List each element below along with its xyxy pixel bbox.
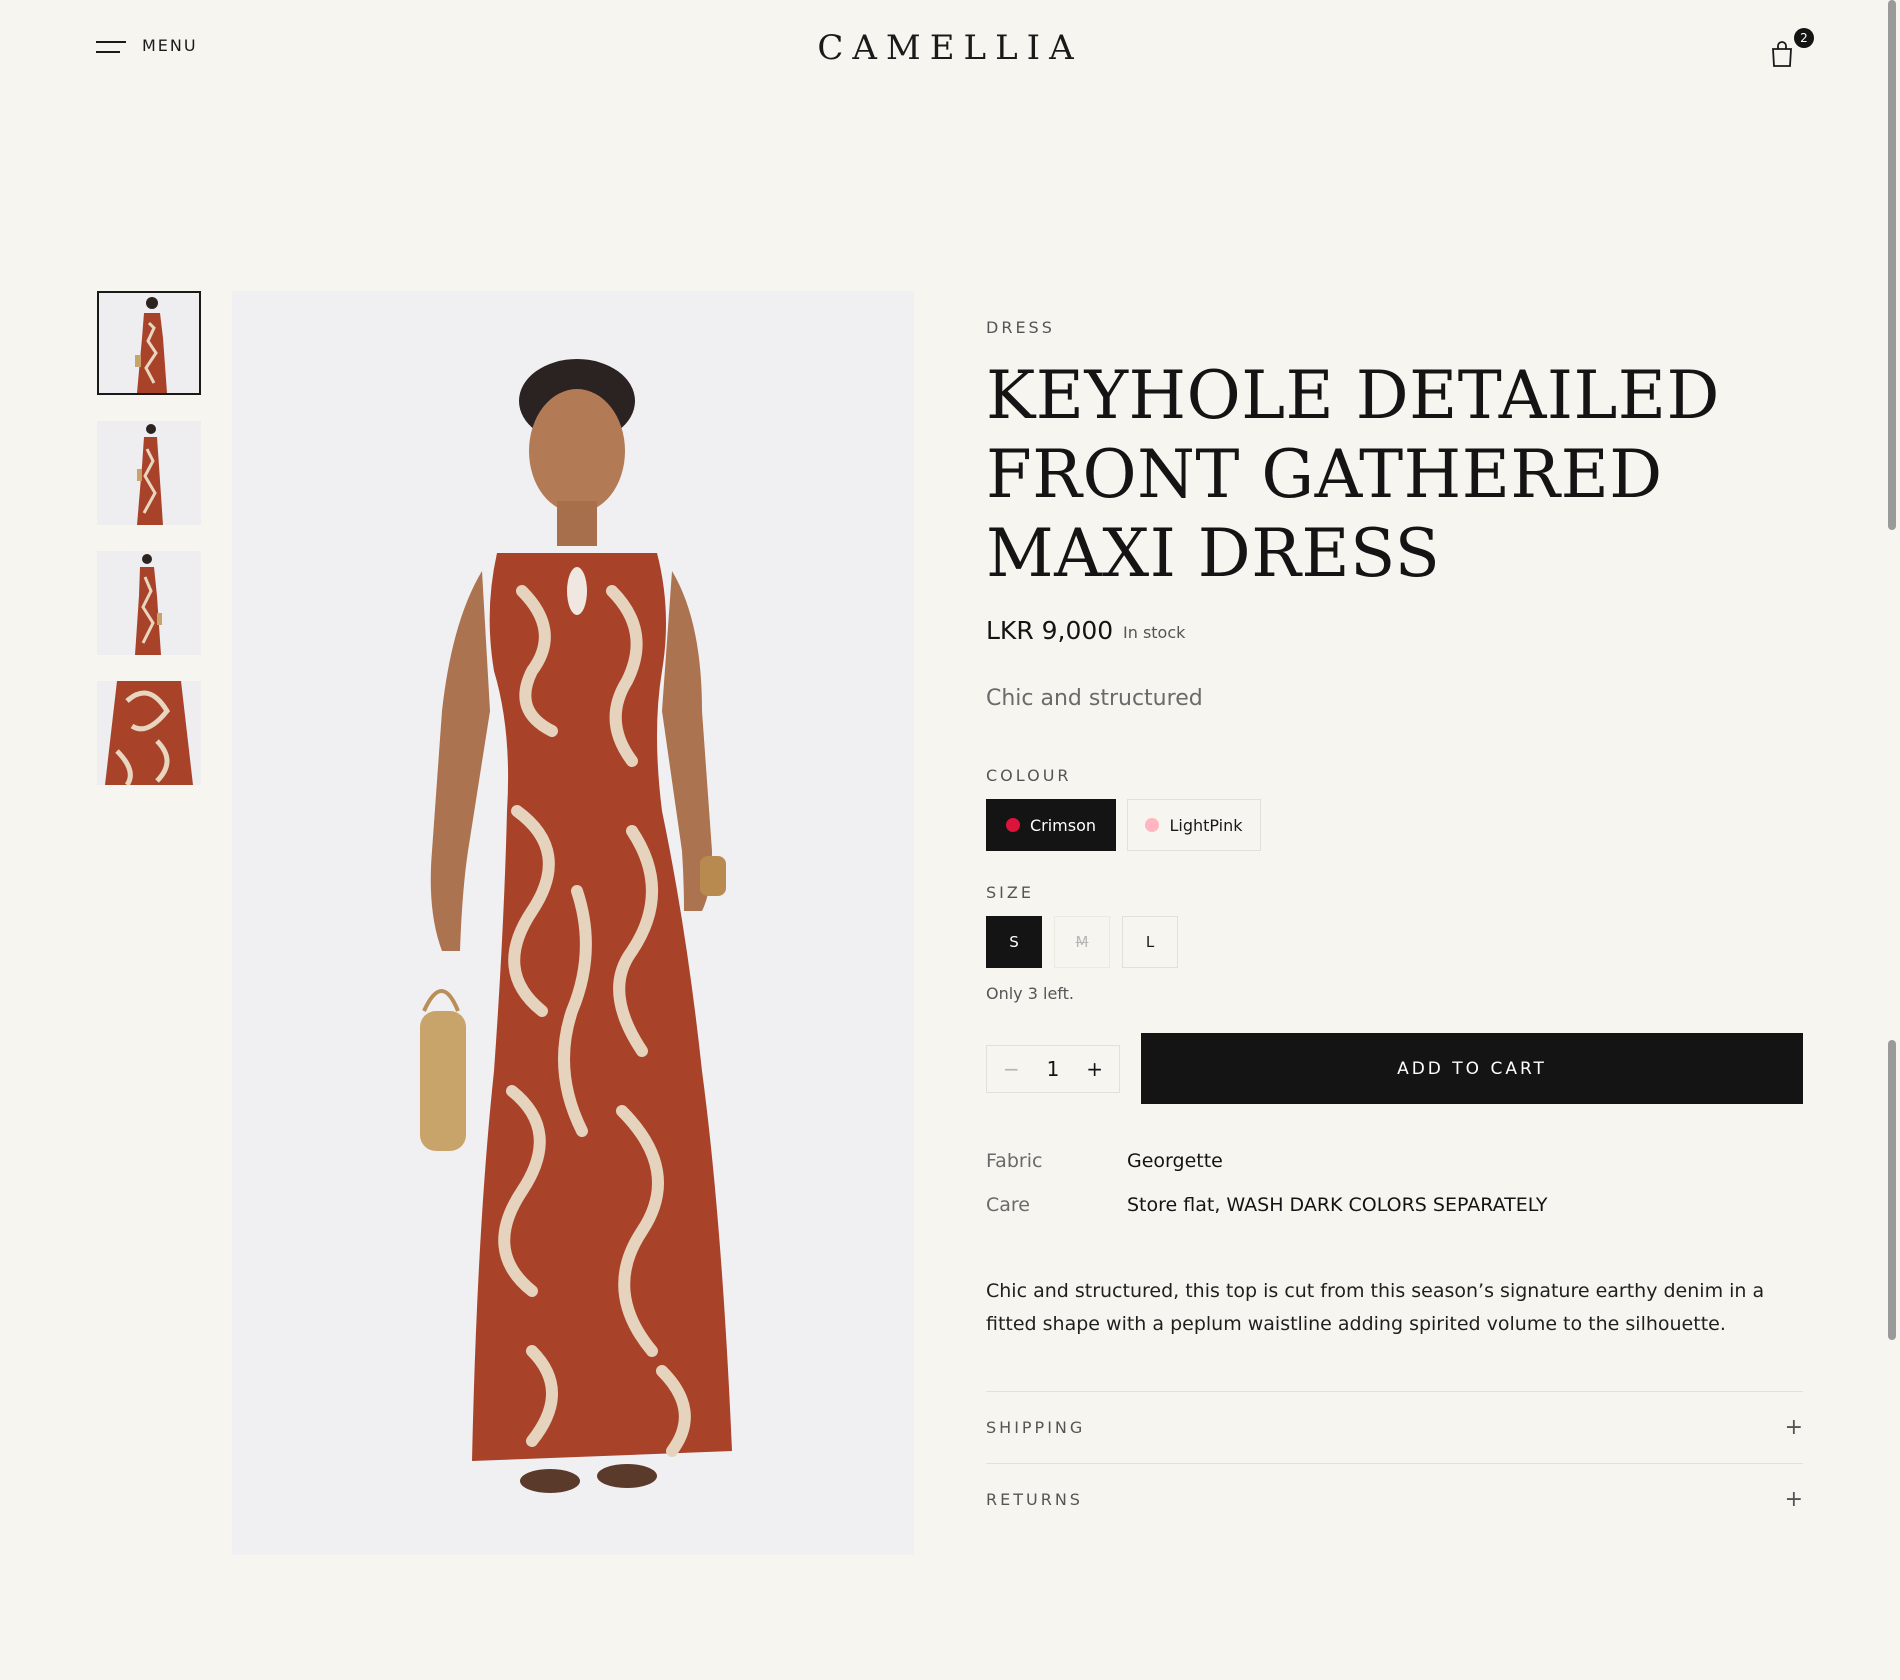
cart-button[interactable]: 2 (1768, 28, 1814, 72)
color-swatch-dot (1005, 818, 1020, 832)
size-option-m[interactable]: M (1054, 916, 1110, 968)
size-option-l[interactable]: L (1122, 916, 1178, 968)
increase-qty-button[interactable]: + (1086, 1057, 1103, 1081)
stock-status: In stock (1123, 623, 1186, 642)
quantity-value[interactable]: 1 (1047, 1057, 1060, 1081)
thumbnail-3[interactable] (97, 551, 201, 655)
scrollbar-thumb-lower[interactable] (1888, 1040, 1896, 1340)
accordion-label: RETURNS (986, 1490, 1083, 1509)
product-category: DRESS (986, 318, 1055, 337)
spec-key-fabric: Fabric (986, 1150, 1043, 1172)
shopping-bag-icon (1772, 41, 1792, 67)
product-description: Chic and structured, this top is cut fro… (986, 1280, 1765, 1335)
model-in-dress-image (232, 291, 914, 1555)
colour-option-lightpink[interactable]: LightPink (1127, 799, 1261, 851)
thumbnail-4[interactable] (97, 681, 201, 785)
quantity-stepper: − 1 + (986, 1045, 1120, 1093)
brand-logo[interactable]: CAMELLIA (0, 28, 1900, 68)
accordion-shipping[interactable]: SHIPPING + (986, 1391, 1803, 1463)
spec-value-care: Store flat, WASH DARK COLORS SEPARATELY (1127, 1194, 1548, 1216)
accordion-label: SHIPPING (986, 1418, 1086, 1437)
colour-label: COLOUR (986, 766, 1072, 785)
thumbnail-1[interactable] (97, 291, 201, 395)
product-tagline: Chic and structured (986, 686, 1203, 711)
stock-note: Only 3 left. (986, 984, 1074, 1003)
spec-value-fabric: Georgette (1127, 1150, 1223, 1172)
size-option-s[interactable]: S (986, 916, 1042, 968)
dress-thumbnail-image (137, 424, 163, 525)
plus-icon: + (1784, 1415, 1803, 1440)
cart-count-badge: 2 (1794, 28, 1814, 48)
color-swatch-dot (1145, 818, 1160, 832)
size-label: SIZE (986, 883, 1034, 902)
accordion-returns[interactable]: RETURNS + (986, 1463, 1803, 1535)
main-product-image[interactable] (232, 291, 914, 1555)
product-price: LKR 9,000 (986, 616, 1114, 645)
add-to-cart-button[interactable]: ADD TO CART (1141, 1033, 1803, 1104)
thumbnail-2[interactable] (97, 421, 201, 525)
dress-back-thumbnail-image (105, 681, 193, 785)
dress-thumbnail-image (135, 554, 162, 655)
scrollbar-thumb-upper[interactable] (1888, 0, 1896, 530)
spec-key-care: Care (986, 1194, 1030, 1216)
product-title: KEYHOLE DETAILED FRONT GATHERED MAXI DRE… (986, 357, 1720, 592)
colour-option-crimson[interactable]: Crimson (986, 799, 1116, 851)
colour-option-label: LightPink (1169, 815, 1243, 835)
dress-thumbnail-image (135, 297, 167, 393)
decrease-qty-button[interactable]: − (1003, 1057, 1020, 1081)
colour-option-label: Crimson (1029, 815, 1097, 835)
plus-icon: + (1784, 1487, 1803, 1512)
